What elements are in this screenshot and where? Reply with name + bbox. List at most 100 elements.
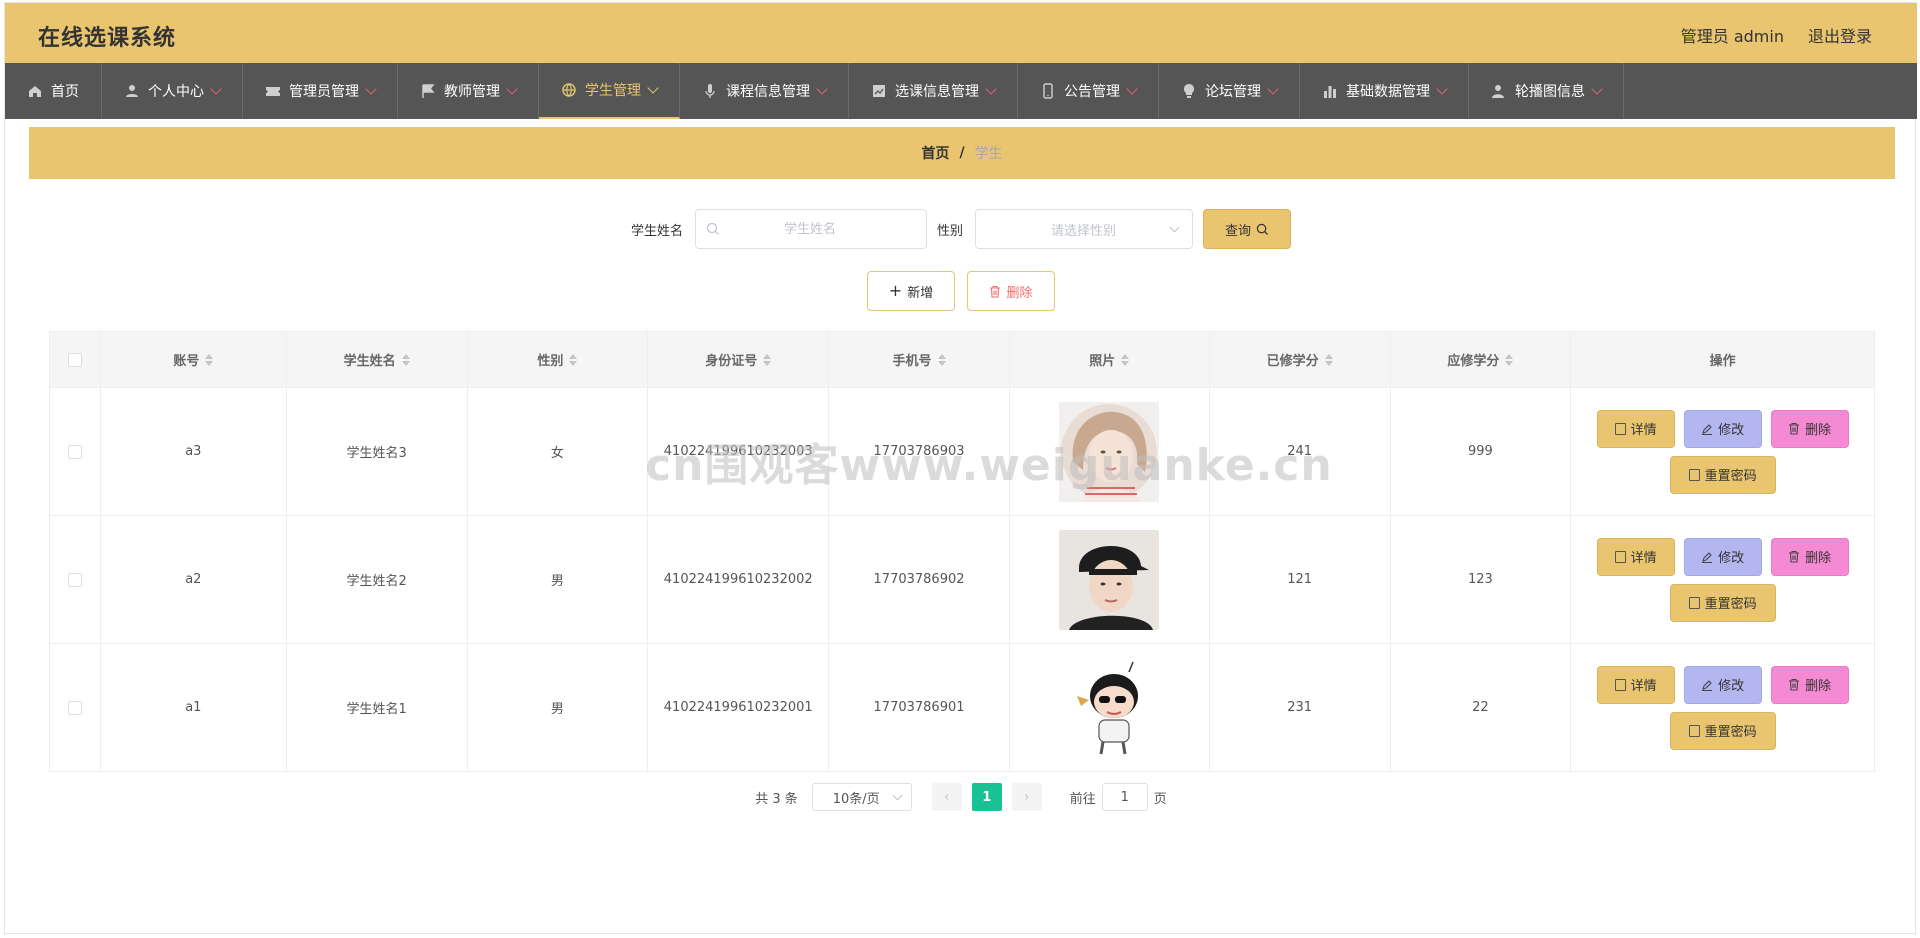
reset-password-label: 重置密码 [1704, 469, 1757, 484]
row-checkbox[interactable] [67, 572, 82, 587]
detail-button[interactable]: 详情 [1596, 665, 1675, 704]
detail-button[interactable]: 详情 [1596, 409, 1675, 448]
prev-page-button[interactable]: ‹ [931, 783, 962, 811]
cell-gender: 男 [468, 644, 649, 771]
cell-photo [1010, 388, 1210, 515]
cell-gender: 女 [468, 388, 649, 515]
col-id-card-label: 身份证号 [705, 354, 758, 369]
cell-required-credits: 22 [1391, 644, 1572, 771]
cell-photo [1010, 516, 1210, 643]
delete-button-label: 删除 [1805, 551, 1832, 566]
reset-password-button[interactable]: 重置密码 [1669, 583, 1776, 622]
nav-item-forum-manage[interactable]: 论坛管理 [1159, 63, 1300, 119]
edit-button[interactable]: 修改 [1683, 665, 1762, 704]
col-gender[interactable]: 性别 [467, 332, 649, 387]
student-photo[interactable] [1059, 657, 1160, 758]
reset-password-button[interactable]: 重置密码 [1669, 455, 1776, 494]
goto-prefix: 前往 [1069, 791, 1096, 807]
sort-icon [401, 353, 410, 366]
goto-page-input[interactable]: 1 [1101, 783, 1148, 811]
gender-select[interactable]: 请选择性别 [975, 209, 1194, 249]
reset-password-label: 重置密码 [1704, 597, 1757, 612]
student-photo[interactable] [1059, 401, 1160, 502]
pagination-total: 共 3 条 [755, 791, 798, 807]
search-icon [706, 222, 719, 235]
edit-button[interactable]: 修改 [1683, 409, 1762, 448]
gender-select-placeholder: 请选择性别 [1051, 223, 1117, 239]
cell-name: 学生姓名2 [287, 516, 468, 643]
nav-item-course-manage[interactable]: 课程信息管理 [680, 63, 849, 119]
batch-delete-label: 删除 [1006, 285, 1033, 301]
nav-item-personal-center[interactable]: 个人中心 [102, 63, 243, 119]
delete-button[interactable]: 删除 [1770, 665, 1849, 704]
nav-item-home[interactable]: 首页 [5, 63, 102, 119]
table-row: a3 学生姓名3 女 410224199610232003 1770378690… [50, 388, 1874, 516]
page-number[interactable]: 1 [971, 783, 1002, 811]
col-earned-credits[interactable]: 已修学分 [1209, 332, 1391, 387]
col-phone[interactable]: 手机号 [829, 332, 1010, 387]
logout-link[interactable]: 退出登录 [1808, 23, 1872, 47]
nav-label: 轮播图信息 [1515, 84, 1585, 100]
col-name[interactable]: 学生姓名 [286, 332, 468, 387]
cell-id-card: 410224199610232001 [648, 644, 830, 771]
search-form: 学生姓名 性别 请选择性别 查询 [5, 209, 1917, 249]
nav-item-teacher-manage[interactable]: 教师管理 [398, 63, 539, 119]
delete-button[interactable]: 删除 [1770, 537, 1849, 576]
pencil-icon [1702, 423, 1713, 435]
cell-name: 学生姓名1 [287, 644, 468, 771]
student-photo[interactable] [1059, 529, 1160, 630]
col-name-label: 学生姓名 [343, 354, 396, 369]
detail-button[interactable]: 详情 [1596, 537, 1675, 576]
pagination: 共 3 条 10条/页 ‹ 1 › 前往 1 页 [5, 783, 1917, 811]
cell-earned-credits: 121 [1210, 516, 1391, 643]
row-checkbox[interactable] [67, 444, 82, 459]
breadcrumb-home[interactable]: 首页 [921, 143, 949, 163]
chart-icon [873, 85, 885, 97]
col-required-credits[interactable]: 应修学分 [1390, 332, 1572, 387]
nav-item-student-manage[interactable]: 学生管理 [539, 63, 680, 119]
detail-button-label: 详情 [1630, 679, 1657, 694]
col-phone-label: 手机号 [892, 354, 932, 369]
reset-password-button[interactable]: 重置密码 [1669, 711, 1776, 750]
page-size-select[interactable]: 10条/页 [811, 783, 912, 811]
row-checkbox[interactable] [67, 700, 82, 715]
user-plus-icon [1492, 85, 1504, 98]
nav-label: 学生管理 [585, 83, 641, 99]
cell-operations: 详情 修改 删除 重置密码 [1571, 388, 1874, 515]
query-button[interactable]: 查询 [1203, 209, 1292, 249]
chevron-down-icon [506, 82, 518, 95]
nav-label: 基础数据管理 [1346, 84, 1430, 100]
trash-icon [1789, 422, 1800, 435]
nav-item-admin-manage[interactable]: 管理员管理 [243, 63, 398, 119]
home-icon [29, 86, 41, 97]
add-button[interactable]: + 新增 [867, 271, 955, 311]
col-photo[interactable]: 照片 [1009, 332, 1210, 387]
next-page-button[interactable]: › [1011, 783, 1042, 811]
cell-name: 学生姓名3 [287, 388, 468, 515]
nav-item-notice-manage[interactable]: 公告管理 [1018, 63, 1159, 119]
cell-earned-credits: 231 [1210, 644, 1391, 771]
ticket-icon [266, 87, 280, 96]
chevron-down-icon [1267, 82, 1279, 95]
edit-button[interactable]: 修改 [1683, 537, 1762, 576]
select-all-checkbox[interactable] [67, 352, 82, 367]
cell-photo [1010, 644, 1210, 771]
nav-item-selection-manage[interactable]: 选课信息管理 [849, 63, 1018, 119]
name-filter-label: 学生姓名 [630, 223, 683, 239]
reset-password-label: 重置密码 [1704, 725, 1757, 740]
app-window: 在线选课系统 管理员 admin 退出登录 首页 个人中心 管理员管理 教师管理 [4, 2, 1917, 934]
col-gender-label: 性别 [537, 354, 564, 369]
nav-item-basic-data[interactable]: 基础数据管理 [1300, 63, 1469, 119]
main-nav: 首页 个人中心 管理员管理 教师管理 学生管理 课程信息管理 选课信息管理 公告… [5, 63, 1917, 119]
document-icon [1614, 678, 1626, 691]
edit-button-label: 修改 [1718, 423, 1745, 438]
nav-item-carousel[interactable]: 轮播图信息 [1469, 63, 1624, 119]
batch-delete-button[interactable]: 删除 [967, 271, 1055, 311]
col-id-card[interactable]: 身份证号 [648, 332, 830, 387]
document-icon [1688, 468, 1700, 481]
col-operations-label: 操作 [1709, 354, 1736, 369]
name-search-input[interactable] [720, 221, 900, 237]
col-account[interactable]: 账号 [100, 332, 287, 387]
delete-button[interactable]: 删除 [1770, 409, 1849, 448]
name-search-input-wrapper [695, 209, 927, 249]
